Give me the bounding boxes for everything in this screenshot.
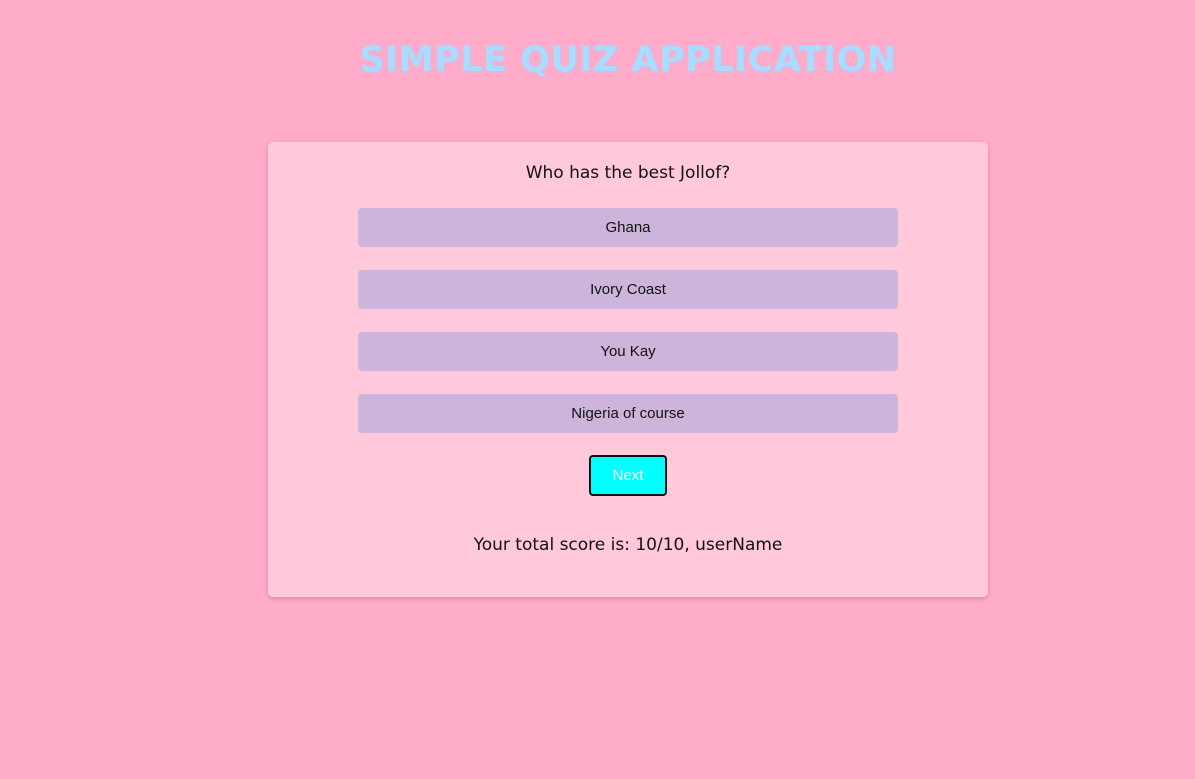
next-button[interactable]: Next xyxy=(589,455,667,496)
answer-option-ghana[interactable]: Ghana xyxy=(358,208,898,247)
answer-option-nigeria[interactable]: Nigeria of course xyxy=(358,394,898,433)
score-text: Your total score is: 10/10, userName xyxy=(473,535,783,555)
answer-option-you-kay[interactable]: You Kay xyxy=(358,332,898,371)
question-text: Who has the best Jollof? xyxy=(525,163,731,183)
page-title: SIMPLE QUIZ APPLICATION xyxy=(359,40,897,80)
answer-option-ivory-coast[interactable]: Ivory Coast xyxy=(358,270,898,309)
quiz-card: Who has the best Jollof? Ghana Ivory Coa… xyxy=(268,142,988,597)
